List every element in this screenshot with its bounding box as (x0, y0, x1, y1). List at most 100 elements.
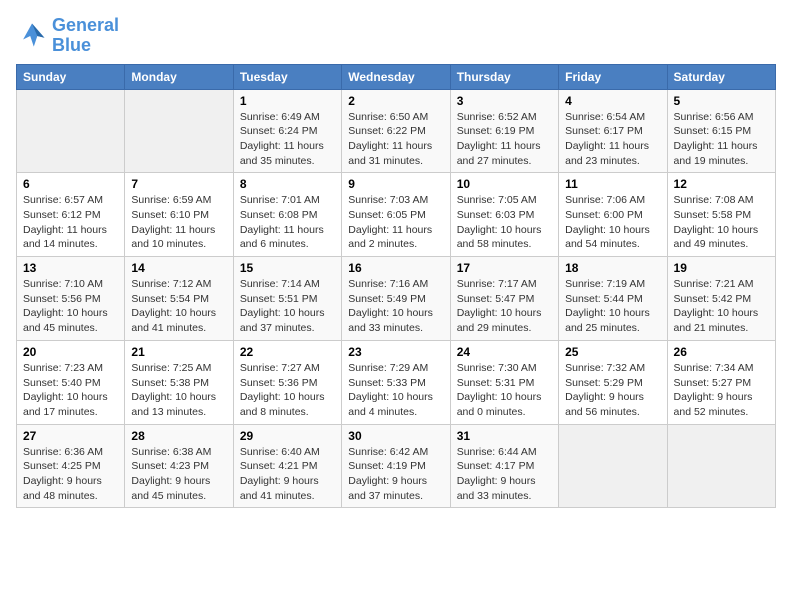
calendar-cell: 9 Sunrise: 7:03 AMSunset: 6:05 PMDaylight… (342, 173, 450, 257)
day-number: 2 (348, 94, 443, 108)
calendar-cell (559, 424, 667, 508)
calendar-cell: 12Sunrise: 7:08 AMSunset: 5:58 PMDayligh… (667, 173, 775, 257)
dow-header-thursday: Thursday (450, 64, 558, 89)
page-header: General Blue (16, 16, 776, 56)
dow-header-friday: Friday (559, 64, 667, 89)
calendar-cell: 22 Sunrise: 7:27 AMSunset: 5:36 PMDayligh… (233, 340, 341, 424)
day-info: Sunrise: 6:40 AMSunset: 4:21 PMDaylight:… (240, 445, 335, 504)
day-info: Sunrise: 6:52 AMSunset: 6:19 PMDaylight:… (457, 110, 552, 169)
day-info: Sunrise: 7:30 AMSunset: 5:31 PMDaylight:… (457, 361, 552, 420)
calendar-cell: 23 Sunrise: 7:29 AMSunset: 5:33 PMDayligh… (342, 340, 450, 424)
dow-header-monday: Monday (125, 64, 233, 89)
day-number: 6 (23, 177, 118, 191)
logo-text: General Blue (52, 16, 119, 56)
day-number: 31 (457, 429, 552, 443)
day-info: Sunrise: 7:29 AMSunset: 5:33 PMDaylight:… (348, 361, 443, 420)
day-number: 10 (457, 177, 552, 191)
calendar-cell: 11Sunrise: 7:06 AMSunset: 6:00 PMDayligh… (559, 173, 667, 257)
day-info: Sunrise: 7:32 AMSunset: 5:29 PMDaylight:… (565, 361, 660, 420)
day-number: 22 (240, 345, 335, 359)
day-number: 1 (240, 94, 335, 108)
calendar-cell: 15 Sunrise: 7:14 AMSunset: 5:51 PMDayligh… (233, 257, 341, 341)
day-info: Sunrise: 7:17 AMSunset: 5:47 PMDaylight:… (457, 277, 552, 336)
calendar-cell: 10 Sunrise: 7:05 AMSunset: 6:03 PMDayligh… (450, 173, 558, 257)
day-info: Sunrise: 6:59 AMSunset: 6:10 PMDaylight:… (131, 193, 226, 252)
calendar-cell: 13Sunrise: 7:10 AMSunset: 5:56 PMDayligh… (17, 257, 125, 341)
calendar-cell: 1 Sunrise: 6:49 AMSunset: 6:24 PMDaylight… (233, 89, 341, 173)
day-number: 17 (457, 261, 552, 275)
calendar-cell: 19 Sunrise: 7:21 AMSunset: 5:42 PMDayligh… (667, 257, 775, 341)
calendar-cell: 29 Sunrise: 6:40 AMSunset: 4:21 PMDayligh… (233, 424, 341, 508)
day-number: 21 (131, 345, 226, 359)
day-number: 16 (348, 261, 443, 275)
day-number: 15 (240, 261, 335, 275)
day-info: Sunrise: 6:36 AMSunset: 4:25 PMDaylight:… (23, 445, 118, 504)
dow-header-wednesday: Wednesday (342, 64, 450, 89)
day-info: Sunrise: 7:01 AMSunset: 6:08 PMDaylight:… (240, 193, 335, 252)
day-info: Sunrise: 6:44 AMSunset: 4:17 PMDaylight:… (457, 445, 552, 504)
calendar-cell: 30 Sunrise: 6:42 AMSunset: 4:19 PMDayligh… (342, 424, 450, 508)
day-number: 29 (240, 429, 335, 443)
day-info: Sunrise: 7:12 AMSunset: 5:54 PMDaylight:… (131, 277, 226, 336)
calendar-cell (667, 424, 775, 508)
calendar-cell: 28 Sunrise: 6:38 AMSunset: 4:23 PMDayligh… (125, 424, 233, 508)
day-info: Sunrise: 6:38 AMSunset: 4:23 PMDaylight:… (131, 445, 226, 504)
dow-header-saturday: Saturday (667, 64, 775, 89)
day-info: Sunrise: 7:14 AMSunset: 5:51 PMDaylight:… (240, 277, 335, 336)
day-info: Sunrise: 7:06 AMSunset: 6:00 PMDaylight:… (565, 193, 660, 252)
calendar-cell: 18 Sunrise: 7:19 AMSunset: 5:44 PMDayligh… (559, 257, 667, 341)
day-info: Sunrise: 6:50 AMSunset: 6:22 PMDaylight:… (348, 110, 443, 169)
logo-icon (16, 20, 48, 52)
calendar-cell: 2 Sunrise: 6:50 AMSunset: 6:22 PMDaylight… (342, 89, 450, 173)
calendar-cell (125, 89, 233, 173)
day-info: Sunrise: 7:16 AMSunset: 5:49 PMDaylight:… (348, 277, 443, 336)
day-number: 4 (565, 94, 660, 108)
day-number: 24 (457, 345, 552, 359)
calendar-cell: 6 Sunrise: 6:57 AMSunset: 6:12 PMDaylight… (17, 173, 125, 257)
day-number: 18 (565, 261, 660, 275)
day-number: 23 (348, 345, 443, 359)
day-info: Sunrise: 6:54 AMSunset: 6:17 PMDaylight:… (565, 110, 660, 169)
calendar-cell: 31 Sunrise: 6:44 AMSunset: 4:17 PMDayligh… (450, 424, 558, 508)
day-info: Sunrise: 6:42 AMSunset: 4:19 PMDaylight:… (348, 445, 443, 504)
day-number: 9 (348, 177, 443, 191)
calendar-cell: 16 Sunrise: 7:16 AMSunset: 5:49 PMDayligh… (342, 257, 450, 341)
calendar-cell: 5Sunrise: 6:56 AMSunset: 6:15 PMDaylight… (667, 89, 775, 173)
day-info: Sunrise: 7:25 AMSunset: 5:38 PMDaylight:… (131, 361, 226, 420)
dow-header-tuesday: Tuesday (233, 64, 341, 89)
day-number: 30 (348, 429, 443, 443)
day-info: Sunrise: 7:05 AMSunset: 6:03 PMDaylight:… (457, 193, 552, 252)
day-number: 25 (565, 345, 660, 359)
dow-header-sunday: Sunday (17, 64, 125, 89)
calendar-cell: 4 Sunrise: 6:54 AMSunset: 6:17 PMDaylight… (559, 89, 667, 173)
calendar-cell: 25 Sunrise: 7:32 AMSunset: 5:29 PMDayligh… (559, 340, 667, 424)
day-info: Sunrise: 7:34 AMSunset: 5:27 PMDaylight:… (674, 361, 769, 420)
day-info: Sunrise: 7:21 AMSunset: 5:42 PMDaylight:… (674, 277, 769, 336)
calendar-cell (17, 89, 125, 173)
day-number: 19 (674, 261, 769, 275)
calendar-cell: 17 Sunrise: 7:17 AMSunset: 5:47 PMDayligh… (450, 257, 558, 341)
calendar-cell: 24 Sunrise: 7:30 AMSunset: 5:31 PMDayligh… (450, 340, 558, 424)
day-info: Sunrise: 7:23 AMSunset: 5:40 PMDaylight:… (23, 361, 118, 420)
day-number: 27 (23, 429, 118, 443)
calendar-cell: 27 Sunrise: 6:36 AMSunset: 4:25 PMDayligh… (17, 424, 125, 508)
calendar-cell: 3 Sunrise: 6:52 AMSunset: 6:19 PMDaylight… (450, 89, 558, 173)
day-info: Sunrise: 7:03 AMSunset: 6:05 PMDaylight:… (348, 193, 443, 252)
calendar-cell: 20Sunrise: 7:23 AMSunset: 5:40 PMDayligh… (17, 340, 125, 424)
day-info: Sunrise: 7:10 AMSunset: 5:56 PMDaylight:… (23, 277, 118, 336)
calendar-cell: 21 Sunrise: 7:25 AMSunset: 5:38 PMDayligh… (125, 340, 233, 424)
day-number: 12 (674, 177, 769, 191)
calendar-cell: 8Sunrise: 7:01 AMSunset: 6:08 PMDaylight… (233, 173, 341, 257)
calendar-table: SundayMondayTuesdayWednesdayThursdayFrid… (16, 64, 776, 509)
day-info: Sunrise: 7:19 AMSunset: 5:44 PMDaylight:… (565, 277, 660, 336)
day-number: 7 (131, 177, 226, 191)
day-number: 26 (674, 345, 769, 359)
day-info: Sunrise: 6:57 AMSunset: 6:12 PMDaylight:… (23, 193, 118, 252)
day-number: 28 (131, 429, 226, 443)
calendar-cell: 7 Sunrise: 6:59 AMSunset: 6:10 PMDaylight… (125, 173, 233, 257)
day-info: Sunrise: 7:27 AMSunset: 5:36 PMDaylight:… (240, 361, 335, 420)
day-number: 3 (457, 94, 552, 108)
day-number: 5 (674, 94, 769, 108)
day-info: Sunrise: 6:49 AMSunset: 6:24 PMDaylight:… (240, 110, 335, 169)
calendar-cell: 14Sunrise: 7:12 AMSunset: 5:54 PMDayligh… (125, 257, 233, 341)
